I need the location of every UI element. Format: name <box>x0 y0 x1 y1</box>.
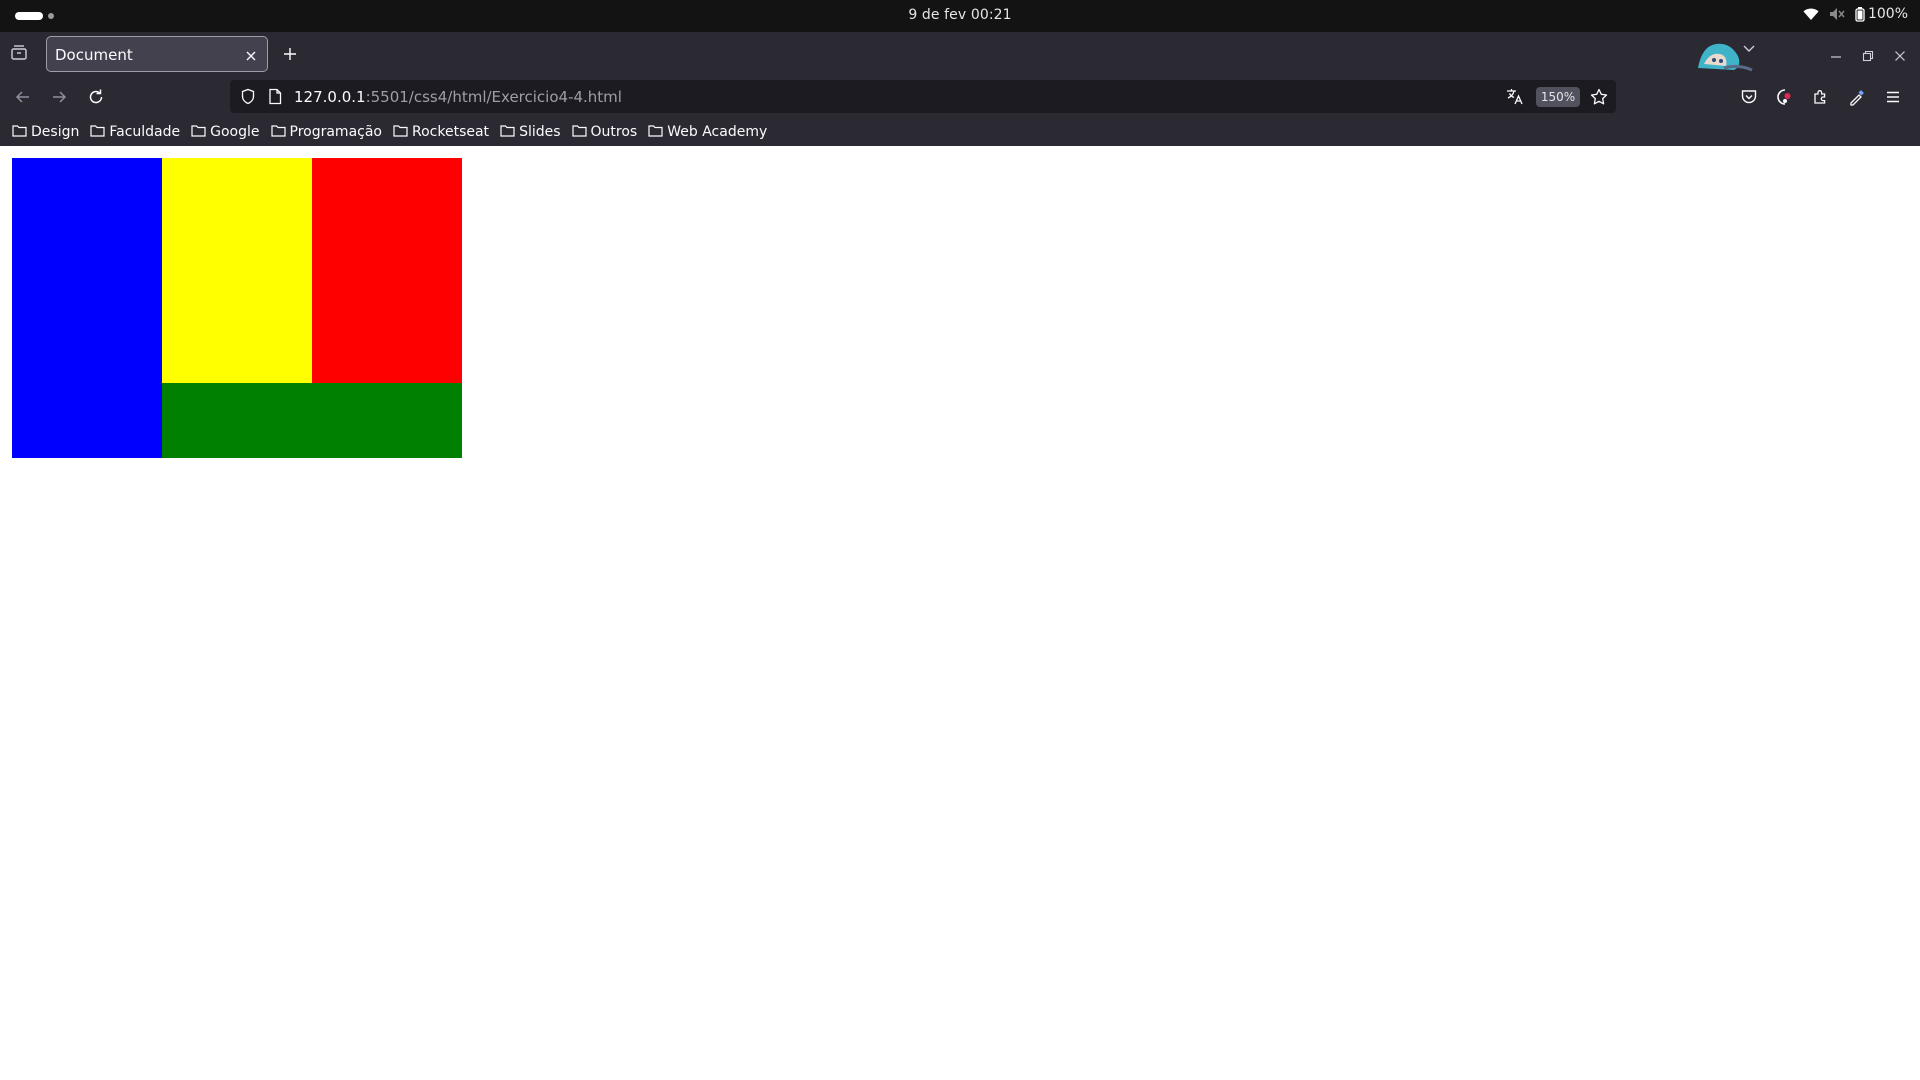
toolbar-right <box>1740 88 1902 110</box>
reload-icon[interactable] <box>87 88 105 110</box>
folder-icon <box>270 124 286 141</box>
url-path: :5501/css4/html/Exercicio4-4.html <box>365 88 622 106</box>
bookmark-label: Programação <box>289 124 383 140</box>
menu-hamburger-icon[interactable] <box>1884 88 1902 110</box>
browser-nav-bar: 127.0.0.1:5501/css4/html/Exercicio4-4.ht… <box>0 76 1920 118</box>
tab-document[interactable]: Document <box>46 36 268 72</box>
bookmark-label: Rocketseat <box>412 124 490 140</box>
bookmark-folder-design[interactable]: Design <box>12 124 79 141</box>
translate-icon[interactable] <box>1506 88 1524 109</box>
browser-tab-bar: Document <box>0 32 1920 76</box>
minimize-icon[interactable] <box>1830 47 1842 66</box>
folder-icon <box>500 124 515 141</box>
green-box <box>162 383 462 458</box>
page-info-icon[interactable] <box>268 88 282 109</box>
volume-muted-icon <box>1829 7 1845 21</box>
system-tray[interactable]: 100% <box>1803 6 1908 22</box>
page-content <box>0 146 1920 1080</box>
yellow-box <box>162 158 312 383</box>
battery-icon <box>1855 6 1865 22</box>
folder-icon <box>12 124 27 141</box>
window-controls <box>1830 47 1906 66</box>
url-text[interactable]: 127.0.0.1:5501/css4/html/Exercicio4-4.ht… <box>294 88 622 106</box>
profile-avatar-art[interactable] <box>1694 34 1756 74</box>
bookmark-folder-google[interactable]: Google <box>191 124 260 141</box>
system-clock[interactable]: 9 de fev 00:21 <box>0 7 1920 23</box>
bookmark-folder-faculdade[interactable]: Faculdade <box>90 124 180 141</box>
close-window-icon[interactable] <box>1894 47 1906 66</box>
bookmark-label: Design <box>31 124 80 140</box>
address-bar[interactable]: 127.0.0.1:5501/css4/html/Exercicio4-4.ht… <box>230 80 1616 113</box>
bookmark-label: Faculdade <box>109 124 181 140</box>
color-picker-icon[interactable] <box>1848 88 1866 110</box>
extension-red-icon[interactable] <box>1776 88 1794 110</box>
folder-icon <box>393 124 408 141</box>
tracking-protection-shield-icon[interactable] <box>240 88 256 109</box>
battery-percent: 100% <box>1867 6 1908 22</box>
zoom-level-badge[interactable]: 150% <box>1536 87 1580 107</box>
tab-close-icon[interactable] <box>245 48 257 66</box>
forward-arrow-icon[interactable] <box>50 88 68 110</box>
back-arrow-icon[interactable] <box>14 88 32 110</box>
bookmark-folder-rocketseat[interactable]: Rocketseat <box>393 124 489 141</box>
url-host: 127.0.0.1 <box>294 88 366 106</box>
tab-title: Document <box>55 46 133 64</box>
bookmark-label: Slides <box>519 124 561 140</box>
folder-icon <box>90 124 105 141</box>
restore-icon[interactable] <box>1862 47 1874 66</box>
bookmark-label: Google <box>210 124 260 140</box>
red-box <box>312 158 462 383</box>
extensions-puzzle-icon[interactable] <box>1812 88 1830 110</box>
bookmark-folder-slides[interactable]: Slides <box>500 124 561 141</box>
folder-icon <box>191 124 206 141</box>
folder-icon <box>571 124 587 141</box>
folder-icon <box>648 124 663 141</box>
tab-overview-icon[interactable] <box>10 44 28 64</box>
bookmark-folder-web-academy[interactable]: Web Academy <box>648 124 767 141</box>
new-tab-icon[interactable] <box>282 46 298 66</box>
bookmark-folder-programacao[interactable]: Programação <box>270 124 383 141</box>
pocket-icon[interactable] <box>1740 88 1758 110</box>
wifi-icon <box>1803 7 1819 21</box>
bookmark-label: Web Academy <box>667 124 768 140</box>
bookmark-label: Outros <box>590 124 638 140</box>
blue-box <box>12 158 162 458</box>
bookmark-folder-outros[interactable]: Outros <box>571 124 638 141</box>
bookmark-star-icon[interactable] <box>1590 88 1608 109</box>
bookmarks-toolbar: Design Faculdade Google Programação Rock… <box>0 118 1920 146</box>
system-top-bar: 9 de fev 00:21 100% <box>0 0 1920 32</box>
